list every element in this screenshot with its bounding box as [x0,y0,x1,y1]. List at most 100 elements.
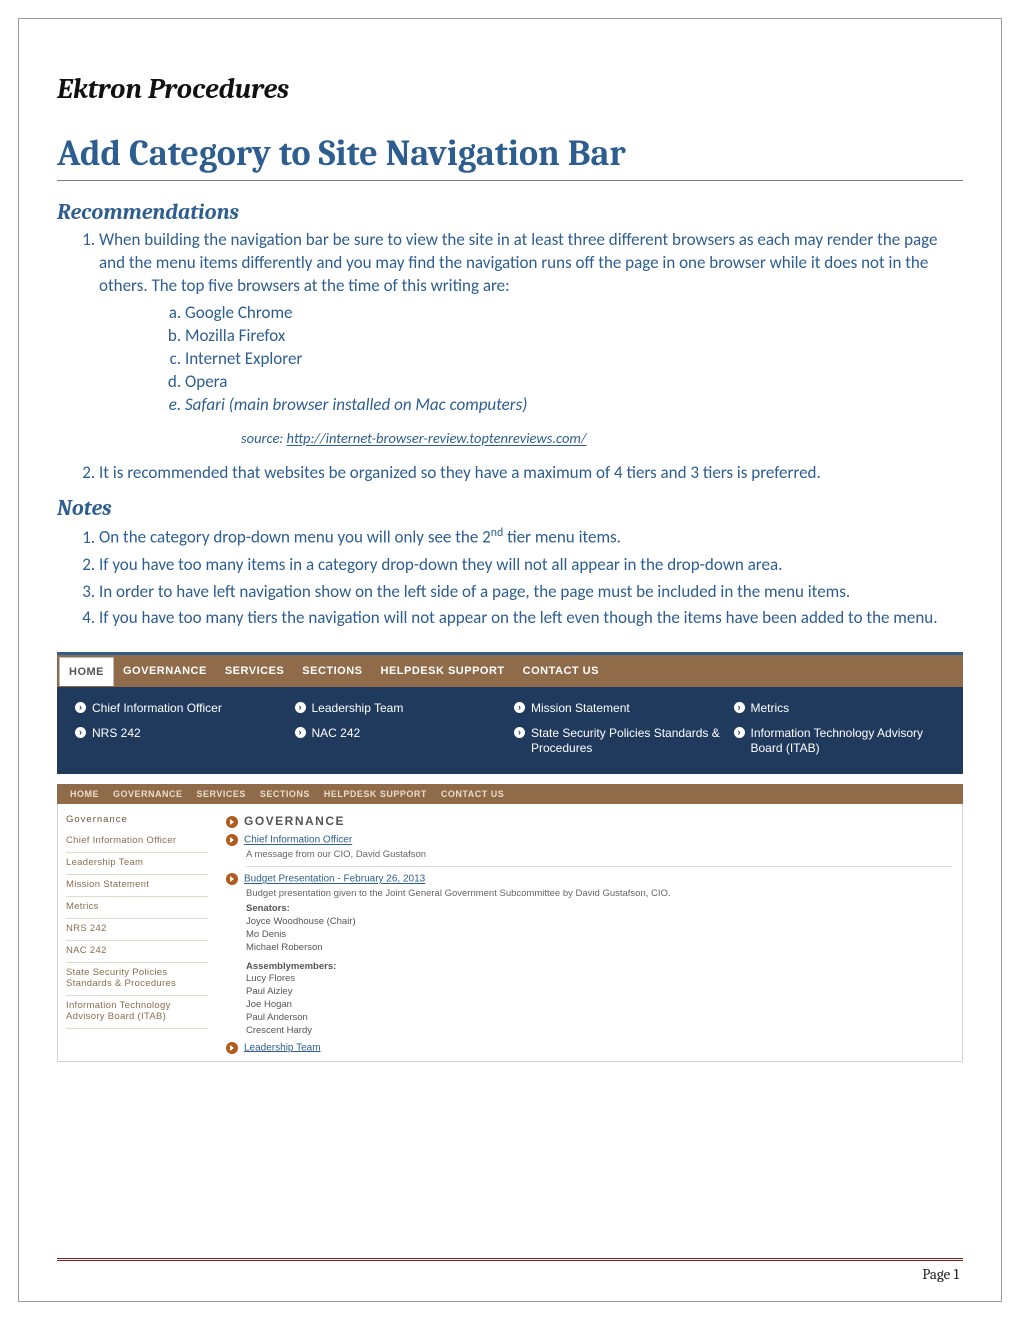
nav2-services[interactable]: SERVICES [190,789,253,799]
cio-link[interactable]: Chief Information Officer [244,835,352,846]
navbar-2: HOME GOVERNANCE SERVICES SECTIONS HELPDE… [57,784,963,804]
content-heading-text: GOVERNANCE [244,814,345,828]
senators-label: Senators: [246,903,952,916]
senator-3: Michael Roberson [246,942,952,955]
sidenav-metrics[interactable]: Metrics [66,897,208,919]
sheet: Ektron Procedures Add Category to Site N… [18,18,1002,1302]
sidenav-head: Governance [66,814,208,825]
mega-nac242[interactable]: › NAC 242 [295,726,507,756]
rec-1-text: When building the navigation bar be sure… [99,229,937,296]
rec-2: It is recommended that websites be organ… [99,462,963,485]
mega-menu: › Chief Information Officer › Leadership T… [57,687,963,774]
mega-itab-label: Information Technology Advisory Board (I… [751,726,946,756]
chevron-right-icon: › [734,727,745,738]
chevron-right-icon: › [514,702,525,713]
assembly-1: Lucy Flores [246,973,952,986]
browser-b: Mozilla Firefox [185,325,963,348]
budget-sub: Budget presentation given to the Joint G… [246,888,952,899]
mega-metrics-label: Metrics [751,701,790,716]
mega-mission[interactable]: › Mission Statement [514,701,726,716]
browser-d: Opera [185,371,963,394]
sidenav-security[interactable]: State Security Policies Standards & Proc… [66,963,208,996]
browser-c: Internet Explorer [185,348,963,371]
page-number: Page 1 [922,1265,959,1283]
recommendations-list: When building the navigation bar be sure… [99,229,963,485]
nav2-helpdesk[interactable]: HELPDESK SUPPORT [317,789,434,799]
nav-helpdesk[interactable]: HELPDESK SUPPORT [372,655,514,687]
mega-nrs242[interactable]: › NRS 242 [75,726,287,756]
navbar-1: HOME GOVERNANCE SERVICES SECTIONS HELPDE… [57,652,963,687]
browser-a: Google Chrome [185,302,963,325]
arrow-icon [226,1042,238,1054]
mega-cio[interactable]: › Chief Information Officer [75,701,287,716]
browser-list: Google Chrome Mozilla Firefox Internet E… [185,302,963,417]
mega-leadership-label: Leadership Team [312,701,404,716]
mega-metrics[interactable]: › Metrics [734,701,946,716]
source-link[interactable]: http://internet-browser-review.toptenrev… [287,429,587,447]
sidenav-cio[interactable]: Chief Information Officer [66,831,208,853]
nav-home[interactable]: HOME [59,657,114,686]
nav-contact[interactable]: CONTACT US [514,655,608,687]
chevron-right-icon: › [295,702,306,713]
mega-security-label: State Security Policies Standards & Proc… [531,726,726,756]
sidenav-nrs242[interactable]: NRS 242 [66,919,208,941]
assembly-label: Assemblymembers: [246,961,952,974]
content-budget-row: Budget Presentation - February 26, 2013 [226,873,952,885]
note-1: On the category drop-down menu you will … [99,525,963,550]
content-cio-row: Chief Information Officer [226,834,952,846]
chevron-right-icon: › [295,727,306,738]
mega-cio-label: Chief Information Officer [92,701,222,716]
note-1b: tier menu items. [503,527,621,548]
sidenav-leadership[interactable]: Leadership Team [66,853,208,875]
mega-nrs242-label: NRS 242 [92,726,141,741]
notes-list: On the category drop-down menu you will … [99,525,963,630]
nav-sections[interactable]: SECTIONS [293,655,371,687]
title-rule [57,180,963,181]
nav-governance[interactable]: GOVERNANCE [114,655,216,687]
sidenav-nac242[interactable]: NAC 242 [66,941,208,963]
mega-nac242-label: NAC 242 [312,726,361,741]
budget-link[interactable]: Budget Presentation - February 26, 2013 [244,874,425,885]
browser-e: Safari (main browser installed on Mac co… [185,394,963,417]
mega-itab[interactable]: › Information Technology Advisory Board (… [734,726,946,756]
sidenav-mission[interactable]: Mission Statement [66,875,208,897]
note-3: In order to have left navigation show on… [99,581,963,604]
arrow-icon [226,873,238,885]
doc-title: Add Category to Site Navigation Bar [57,133,963,174]
senator-2: Mo Denis [246,929,952,942]
content-heading: GOVERNANCE [226,814,952,828]
note-2: If you have too many items in a category… [99,554,963,577]
mega-mission-label: Mission Statement [531,701,630,716]
arrow-icon [226,816,238,828]
source-label: source: [241,429,287,447]
arrow-icon [226,834,238,846]
source-line: source: http://internet-browser-review.t… [241,429,963,449]
assembly-4: Paul Anderson [246,1012,952,1025]
chevron-right-icon: › [75,727,86,738]
chevron-right-icon: › [734,702,745,713]
mega-leadership[interactable]: › Leadership Team [295,701,507,716]
rec-1: When building the navigation bar be sure… [99,229,963,448]
senator-1: Joyce Woodhouse (Chair) [246,916,952,929]
nav2-home[interactable]: HOME [63,789,106,799]
chevron-right-icon: › [514,727,525,738]
lower-panel: Governance Chief Information Officer Lea… [57,804,963,1061]
leadership-link[interactable]: Leadership Team [244,1042,321,1053]
chevron-right-icon: › [75,702,86,713]
assembly-5: Crescent Hardy [246,1025,952,1038]
mega-security[interactable]: › State Security Policies Standards & Pro… [514,726,726,756]
doc-supertitle: Ektron Procedures [57,73,963,105]
assembly-2: Paul Aizley [246,986,952,999]
section-notes: Notes [57,495,963,521]
screenshots: HOME GOVERNANCE SERVICES SECTIONS HELPDE… [57,652,963,1061]
divider [246,866,952,867]
nav-services[interactable]: SERVICES [216,655,293,687]
note-1-sup: nd [491,526,504,540]
nav2-sections[interactable]: SECTIONS [253,789,317,799]
content-leadership-row: Leadership Team [226,1042,952,1054]
sidenav-itab[interactable]: Information Technology Advisory Board (I… [66,996,208,1029]
sidenav: Governance Chief Information Officer Lea… [58,804,216,1060]
nav2-governance[interactable]: GOVERNANCE [106,789,190,799]
nav2-contact[interactable]: CONTACT US [434,789,511,799]
assembly-3: Joe Hogan [246,999,952,1012]
